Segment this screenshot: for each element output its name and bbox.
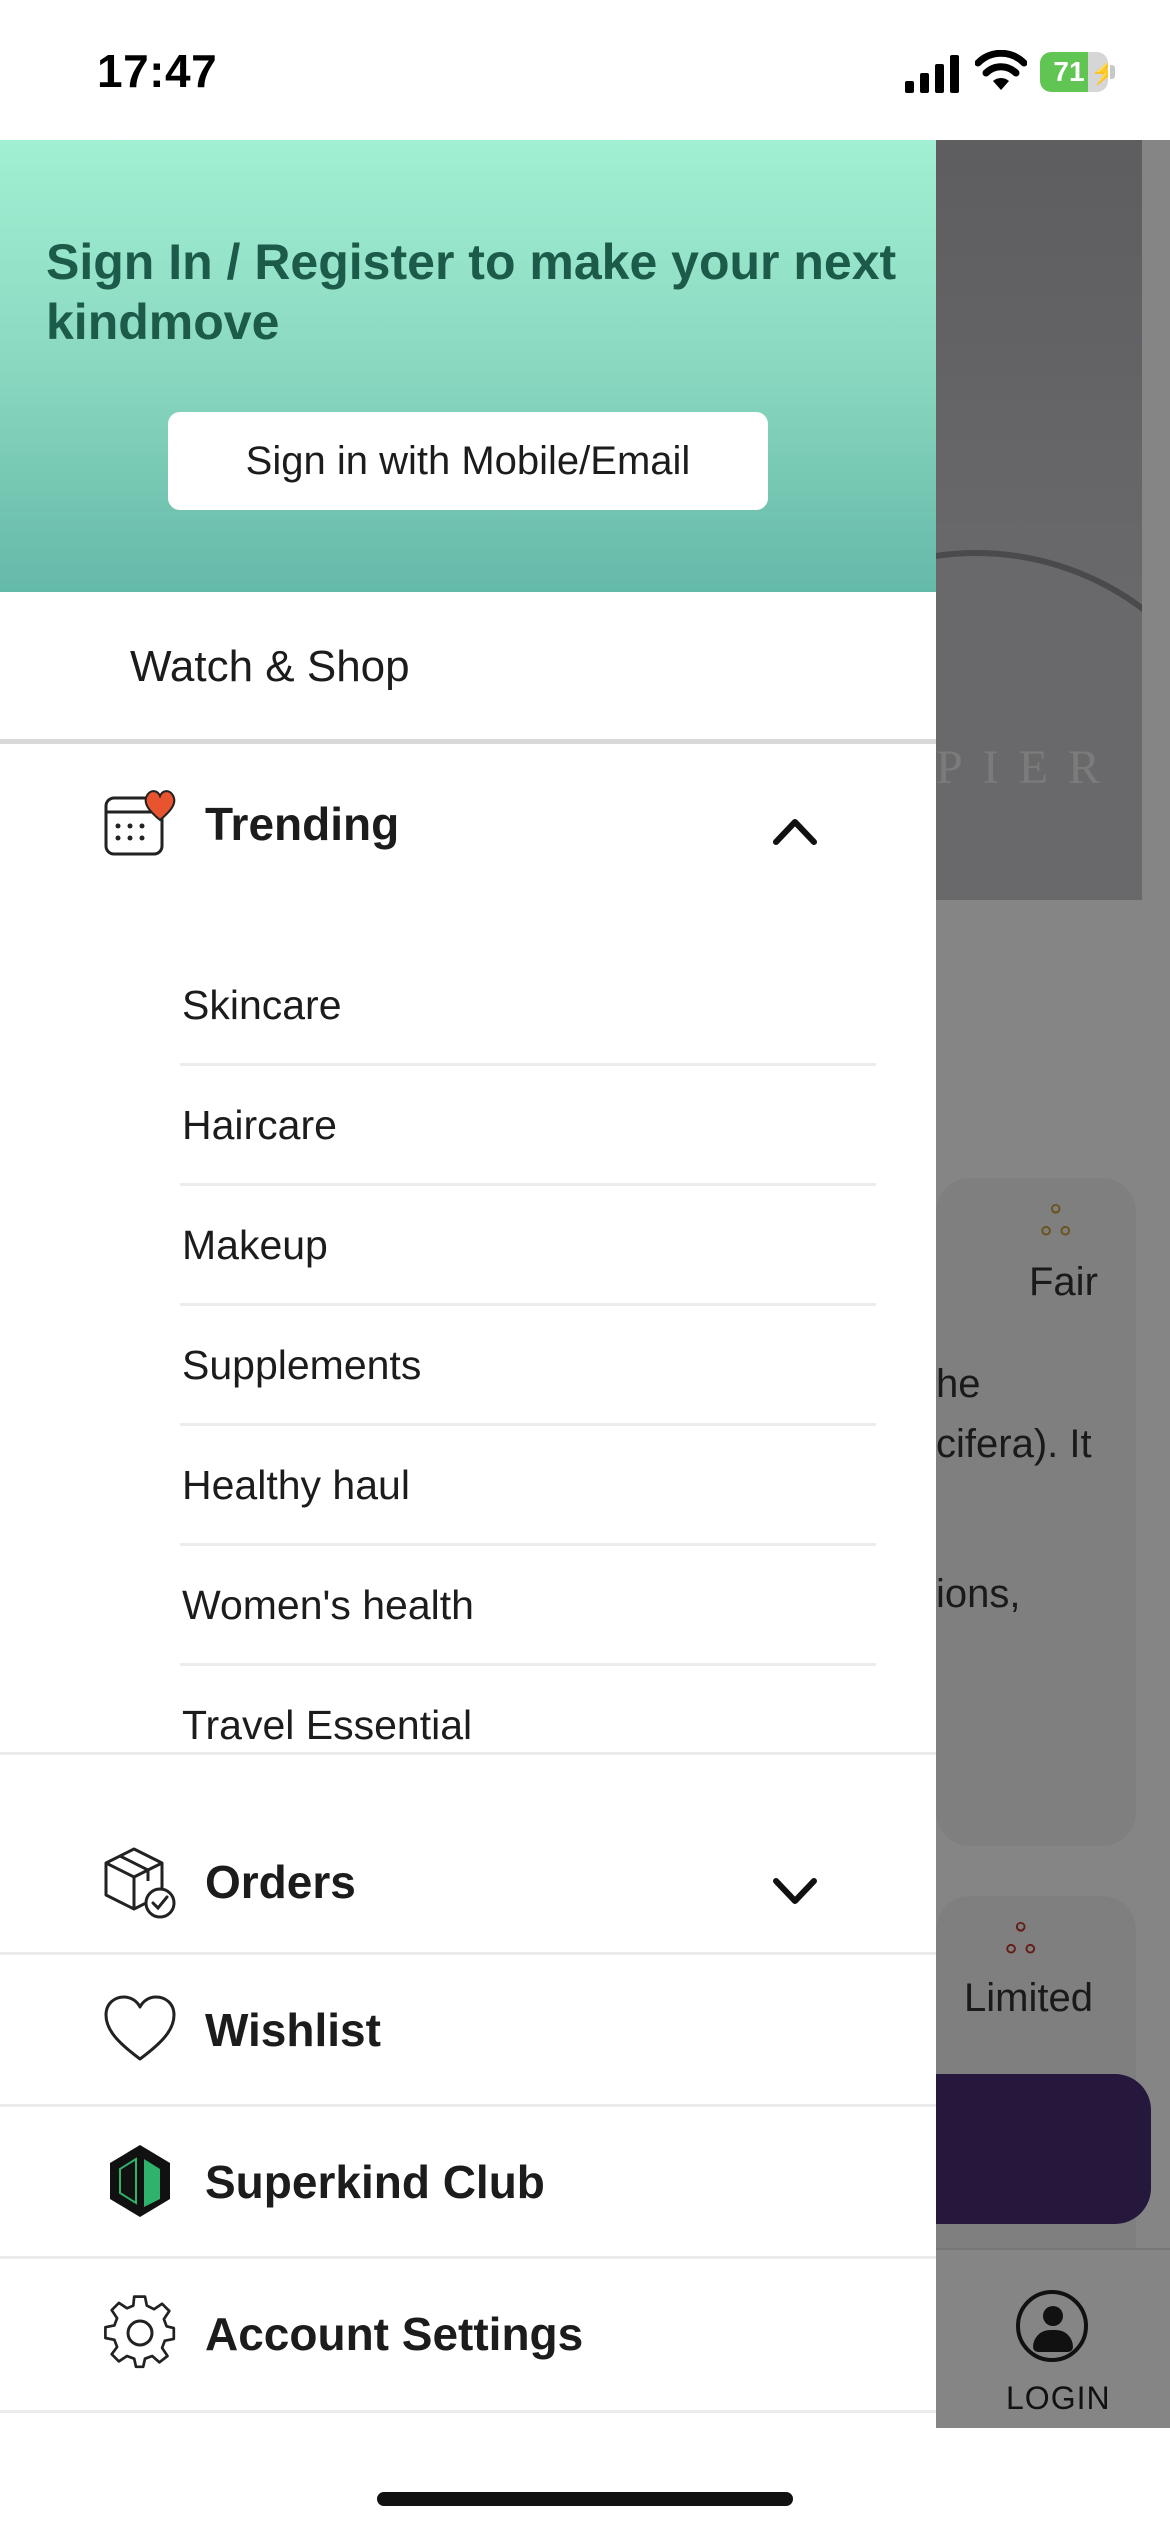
status-time: 17:47 — [97, 45, 218, 97]
menu-item-wishlist[interactable]: Wishlist — [0, 1952, 936, 2104]
trending-item-label: Haircare — [182, 1102, 337, 1148]
menu-item-watch-shop[interactable]: Watch & Shop — [0, 596, 936, 744]
trending-item-makeup[interactable]: Makeup — [180, 1186, 876, 1306]
menu-section-label: Orders — [205, 1856, 356, 1908]
divider — [0, 2410, 936, 2413]
package-check-icon — [104, 1847, 176, 1919]
chevron-down-icon[interactable] — [770, 1871, 820, 1911]
trending-item-supplements[interactable]: Supplements — [180, 1306, 876, 1426]
trending-item-haircare[interactable]: Haircare — [180, 1066, 876, 1186]
trending-item-label: Women's health — [182, 1582, 474, 1628]
trending-item-healthy-haul[interactable]: Healthy haul — [180, 1426, 876, 1546]
calendar-heart-icon — [104, 790, 176, 856]
navigation-drawer: Sign In / Register to make your next kin… — [0, 140, 936, 2428]
trending-item-womens-health[interactable]: Women's health — [180, 1546, 876, 1666]
signin-button[interactable]: Sign in with Mobile/Email — [168, 412, 768, 510]
menu-item-label: Watch & Shop — [130, 642, 410, 691]
trending-item-skincare[interactable]: Skincare — [180, 946, 876, 1066]
signin-prompt-title: Sign In / Register to make your next kin… — [46, 234, 897, 350]
menu-item-account-settings[interactable]: Account Settings — [0, 2256, 936, 2408]
wifi-icon — [975, 50, 1027, 90]
trending-item-label: Supplements — [182, 1342, 422, 1388]
menu-section-orders[interactable]: Orders — [0, 1752, 936, 1940]
trending-item-label: Travel Essential — [182, 1702, 473, 1748]
charging-bolt-icon: ⚡ — [1090, 59, 1108, 86]
trending-item-label: Healthy haul — [182, 1462, 410, 1508]
home-indicator[interactable] — [377, 2492, 793, 2506]
menu-item-label: Superkind Club — [205, 2156, 545, 2208]
menu-section-trending[interactable]: Trending — [0, 780, 936, 890]
trending-item-label: Skincare — [182, 982, 342, 1028]
menu-item-label: Wishlist — [205, 2004, 381, 2056]
menu-section-label: Trending — [205, 798, 400, 850]
chevron-up-icon[interactable] — [770, 810, 820, 850]
status-bar: 17:47 71 ⚡ — [0, 0, 1170, 140]
heart-icon — [104, 1995, 176, 2061]
drawer-header: Sign In / Register to make your next kin… — [0, 140, 936, 592]
home-indicator-area — [0, 2428, 1170, 2532]
trending-item-label: Makeup — [182, 1222, 328, 1268]
cellular-signal-icon — [905, 55, 959, 93]
gear-icon — [104, 2295, 176, 2369]
superkind-logo-icon — [110, 2145, 170, 2217]
menu-item-superkind-club[interactable]: Superkind Club — [0, 2104, 936, 2256]
battery-charging-icon: 71 ⚡ — [1040, 52, 1116, 92]
menu-item-label: Account Settings — [205, 2308, 584, 2360]
